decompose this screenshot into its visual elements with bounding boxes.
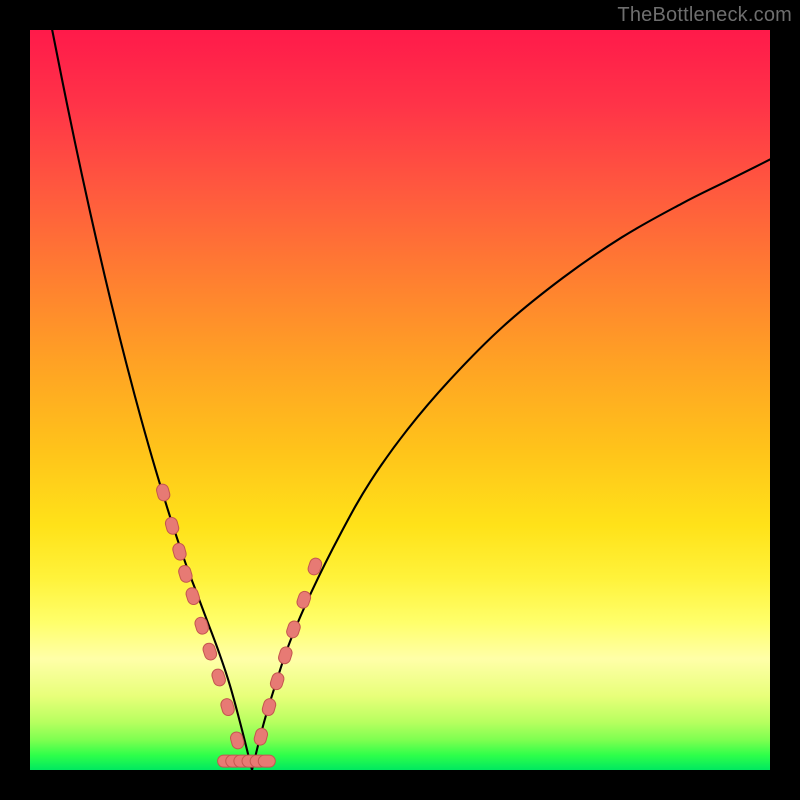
left-branch-marker <box>171 542 187 562</box>
watermark-text: TheBottleneck.com <box>617 4 792 27</box>
right-branch-marker <box>261 697 277 717</box>
left-branch-marker <box>155 483 171 503</box>
right-branch-marker <box>285 619 302 639</box>
right-branch-marker <box>269 671 286 691</box>
left-branch-line <box>52 30 252 770</box>
plot-area <box>30 30 770 770</box>
bottom-cluster-group <box>218 755 276 767</box>
trough-marker <box>258 755 275 767</box>
right-branch-marker <box>253 727 269 747</box>
left-branch-marker <box>185 586 202 606</box>
right-marker-group <box>253 557 323 747</box>
right-branch-marker <box>277 645 294 665</box>
right-branch-marker <box>295 590 312 610</box>
curve-layer <box>30 30 770 770</box>
left-marker-group <box>155 483 245 750</box>
chart-frame: TheBottleneck.com <box>0 0 800 800</box>
right-branch-line <box>252 160 770 771</box>
left-branch-marker <box>164 516 180 536</box>
